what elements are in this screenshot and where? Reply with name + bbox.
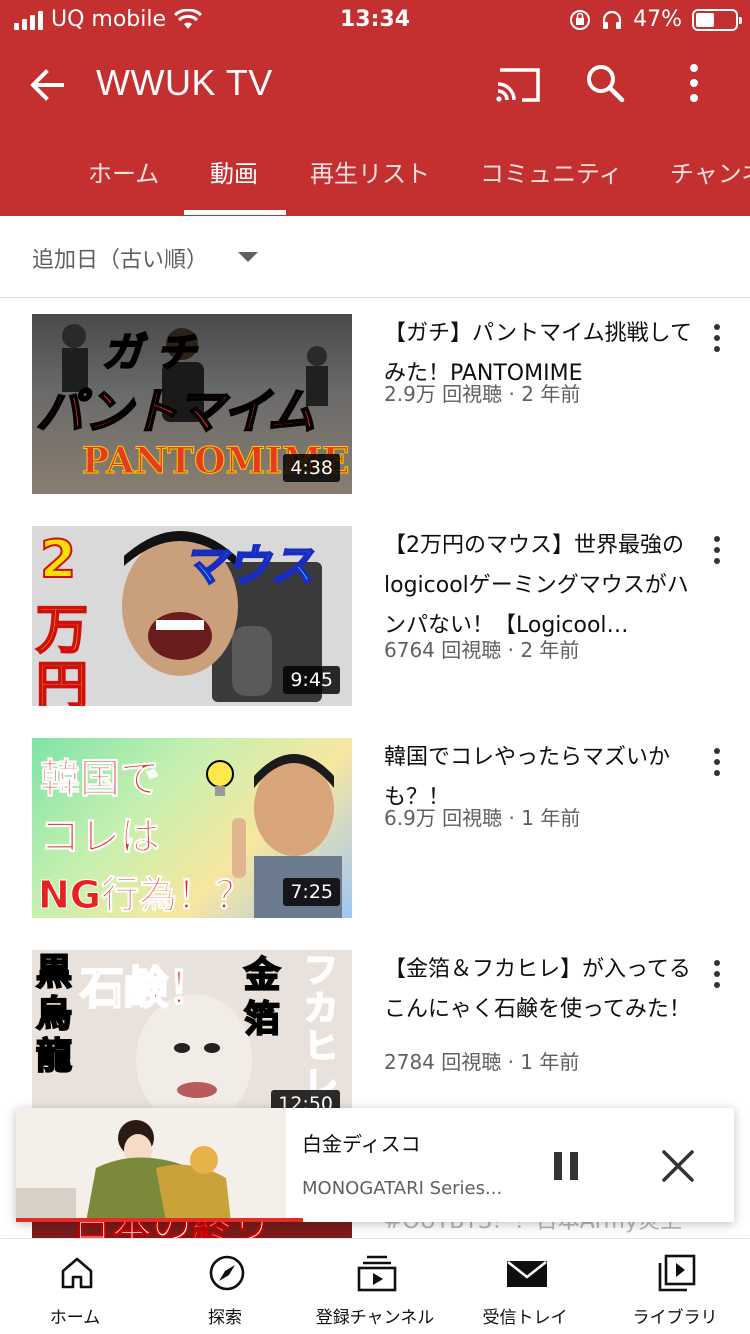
video-item[interactable]: ガ チ パントマイム PANTOMIME 4:38 【ガチ】パントマイム挑戦して…	[0, 314, 750, 514]
nav-subscriptions[interactable]: 登録チャンネル	[300, 1239, 450, 1334]
video-meta: 2784 回視聴 · 1 年前	[384, 1050, 580, 1074]
video-thumbnail[interactable]: 韓国で コレは NG行為！？ 7:25	[32, 738, 352, 918]
status-bar: UQ mobile 13:34 47%	[0, 0, 750, 42]
more-vert-icon[interactable]	[702, 532, 732, 568]
nav-label: 探索	[208, 1308, 242, 1328]
anime-artwork	[16, 1108, 286, 1222]
duration-badge: 9:45	[283, 666, 340, 694]
nav-label: ホーム	[49, 1308, 101, 1328]
playback-progress	[16, 1218, 304, 1222]
mini-player[interactable]: 白金ディスコ MONOGATARI Series...	[16, 1108, 734, 1222]
nav-library[interactable]: ライブラリ	[600, 1239, 750, 1334]
video-thumbnail[interactable]: 2 万 円 マウス 9:45	[32, 526, 352, 706]
now-playing-title[interactable]: 白金ディスコ	[302, 1128, 421, 1157]
active-tab-indicator	[184, 210, 286, 215]
headphones-icon	[602, 10, 622, 29]
video-meta: 6764 回視聴 · 2 年前	[384, 638, 580, 662]
more-vert-icon[interactable]	[676, 58, 712, 108]
caret-down-icon[interactable]	[238, 252, 258, 262]
tab-home[interactable]: ホーム	[88, 154, 159, 189]
thumb-caption: 韓国で	[40, 756, 161, 803]
battery-icon	[692, 8, 742, 31]
thumb-caption: 石鹸！	[79, 962, 213, 1015]
search-icon[interactable]	[580, 58, 630, 108]
toolbar: WWUK TV	[0, 46, 750, 122]
nav-label: 受信トレイ	[482, 1308, 568, 1328]
subscriptions-icon	[357, 1255, 397, 1292]
video-meta: 6.9万 回視聴 · 1 年前	[384, 806, 581, 830]
nav-explore[interactable]: 探索	[150, 1239, 300, 1334]
nav-label: 登録チャンネル	[315, 1308, 435, 1328]
thumb-caption: マウス	[181, 540, 315, 593]
battery-percent: 47%	[633, 7, 682, 32]
duration-badge: 7:25	[283, 878, 340, 906]
channel-header: UQ mobile 13:34 47% WWUK TV ホーム 動画 再生リスト…	[0, 0, 750, 216]
close-icon[interactable]	[656, 1146, 700, 1186]
library-icon	[658, 1254, 696, 1292]
tab-videos[interactable]: 動画	[210, 154, 258, 189]
thumb-caption: コレは	[40, 814, 161, 861]
explore-icon	[209, 1255, 245, 1291]
thumb-caption: 金箔	[243, 954, 281, 1041]
thumb-caption: NG行為！？	[38, 873, 254, 918]
video-item[interactable]: 韓国で コレは NG行為！？ 7:25 韓国でコレやったらマズいかも？！ 6.9…	[0, 738, 750, 938]
cast-icon[interactable]	[494, 62, 544, 106]
video-title[interactable]: 【金箔＆フカヒレ】が入ってるこんにゃく石鹸を使ってみた！	[384, 950, 694, 1030]
pause-icon[interactable]	[548, 1146, 584, 1186]
thumb-caption: 黒烏龍	[35, 951, 73, 1078]
mini-player-thumbnail[interactable]	[16, 1108, 286, 1222]
channel-title: WWUK TV	[96, 62, 273, 103]
video-meta: 2.9万 回視聴 · 2 年前	[384, 382, 581, 406]
more-vert-icon[interactable]	[702, 744, 732, 780]
video-item[interactable]: 2 万 円 マウス 9:45 【2万円のマウス】世界最強のlogicoolゲーミ…	[0, 526, 750, 726]
tab-playlists[interactable]: 再生リスト	[310, 154, 430, 189]
thumb-caption: 2	[39, 529, 77, 591]
nav-inbox[interactable]: 受信トレイ	[450, 1239, 600, 1334]
sort-bar[interactable]: 追加日（古い順）	[0, 216, 750, 298]
thumb-caption: フカヒレ	[303, 951, 339, 1105]
video-thumbnail[interactable]: ガ チ パントマイム PANTOMIME 4:38	[32, 314, 352, 494]
video-thumbnail[interactable]: 黒烏龍 石鹸！ 金箔 フカヒレ 12:50	[32, 950, 352, 1130]
channel-tabs: ホーム 動画 再生リスト コミュニティ チャンネル	[0, 136, 750, 216]
sort-label[interactable]: 追加日（古い順）	[32, 242, 208, 274]
nav-label: ライブラリ	[632, 1308, 718, 1328]
tab-community[interactable]: コミュニティ	[480, 154, 623, 189]
video-title[interactable]: 【2万円のマウス】世界最強のlogicoolゲーミングマウスがハンパない！【Lo…	[384, 526, 694, 646]
more-vert-icon[interactable]	[702, 320, 732, 356]
app-screen: UQ mobile 13:34 47% WWUK TV ホーム 動画 再生リスト…	[0, 0, 750, 1334]
inbox-icon	[507, 1260, 547, 1287]
thumb-caption: 円	[35, 656, 89, 706]
orientation-lock-icon	[570, 9, 591, 30]
tab-channels[interactable]: チャンネル	[670, 154, 750, 189]
nav-home[interactable]: ホーム	[0, 1239, 150, 1334]
status-right: 47%	[569, 7, 742, 32]
now-playing-artist[interactable]: MONOGATARI Series...	[302, 1178, 502, 1199]
thumb-caption: ガ チ	[101, 329, 197, 377]
back-arrow-icon[interactable]	[22, 60, 72, 110]
more-vert-icon[interactable]	[702, 956, 732, 992]
home-icon	[61, 1257, 93, 1289]
thumb-caption: パントマイム	[35, 383, 316, 441]
duration-badge: 4:38	[283, 454, 340, 482]
bottom-navigation: ホーム 探索 登録チャンネル 受信トレイ ライブラリ	[0, 1238, 750, 1334]
